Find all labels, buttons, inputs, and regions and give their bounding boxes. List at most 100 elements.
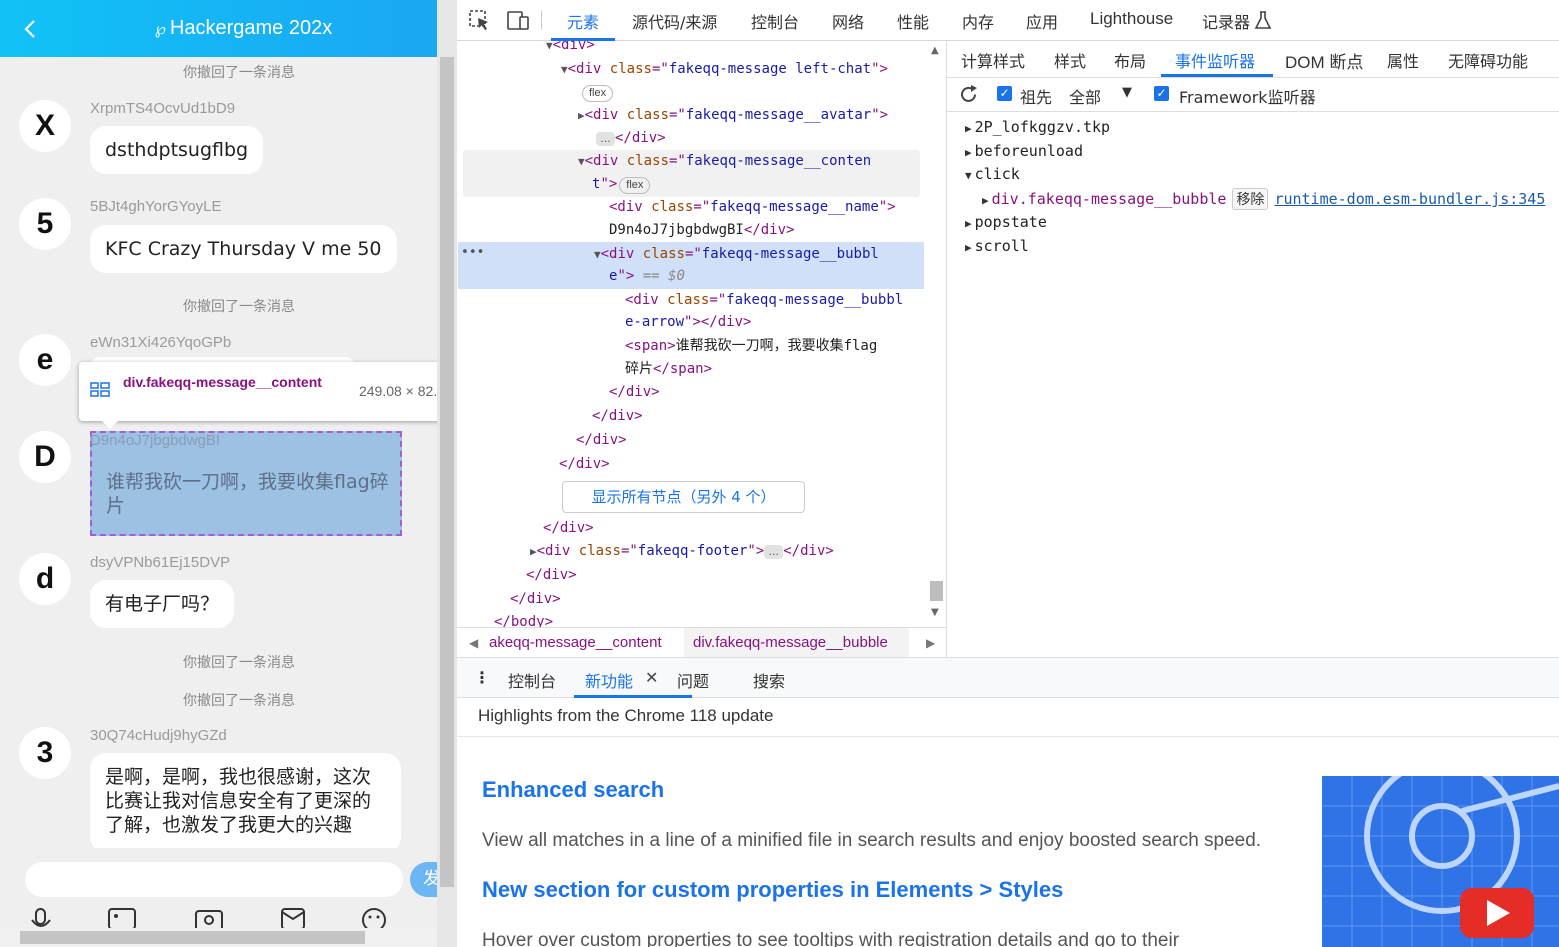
dom-node-line[interactable]: <div class="fakeqq-message__bubbl xyxy=(625,290,903,310)
envelope-icon[interactable] xyxy=(278,906,308,930)
dom-node-line[interactable]: ▼<div> xyxy=(546,41,595,56)
expand-icon[interactable]: ▶ xyxy=(965,146,972,159)
feature-title[interactable]: Enhanced search xyxy=(482,777,664,803)
dom-node-line[interactable]: e-arrow"></div> xyxy=(625,312,751,332)
message-bubble[interactable]: 有电子厂吗？ xyxy=(90,580,235,628)
dom-node-line[interactable]: </div> xyxy=(609,382,660,402)
source-link[interactable]: runtime-dom.esm-bundler.js:345 xyxy=(1274,190,1545,208)
scroll-up-icon[interactable]: ▲ xyxy=(931,45,939,56)
dom-node-line[interactable]: </div> xyxy=(526,565,577,585)
dom-node-line[interactable]: </body> xyxy=(494,612,553,627)
ancestors-checkbox[interactable]: ✓ xyxy=(997,86,1012,101)
flex-badge[interactable]: flex xyxy=(619,177,651,194)
microphone-icon[interactable] xyxy=(26,906,56,930)
flex-badge[interactable]: flex xyxy=(582,85,614,102)
close-icon[interactable]: ✕ xyxy=(645,668,658,687)
drawer-tab-issues[interactable]: 问题 xyxy=(677,668,709,692)
breadcrumb-item[interactable]: akeqq-message__content xyxy=(489,634,662,651)
avatar[interactable]: e xyxy=(19,334,71,386)
refresh-icon[interactable] xyxy=(958,84,979,105)
breadcrumb-left-icon[interactable]: ◀ xyxy=(469,636,478,650)
tab-application[interactable]: 应用 xyxy=(1026,9,1058,33)
smiley-icon[interactable] xyxy=(359,906,389,930)
listener-item[interactable]: ▶ popstate xyxy=(965,213,1047,231)
message-bubble[interactable]: KFC Crazy Thursday V me 50 xyxy=(90,225,397,273)
dom-node-line[interactable]: e"> == $0 xyxy=(609,266,685,286)
collapsed-ellipsis[interactable]: … xyxy=(764,545,784,559)
tab-layout[interactable]: 布局 xyxy=(1114,48,1146,72)
image-icon[interactable] xyxy=(107,906,137,930)
avatar[interactable]: D xyxy=(19,431,71,483)
dom-node-line[interactable]: 碎片</span> xyxy=(625,359,712,379)
dom-node-line[interactable]: … </div> xyxy=(596,128,666,148)
inspect-element-icon[interactable] xyxy=(468,9,492,31)
chevron-down-icon[interactable]: ▼ xyxy=(1122,85,1132,100)
tab-accessibility[interactable]: 无障碍功能 xyxy=(1448,48,1528,72)
dom-node-line[interactable]: </div> xyxy=(559,454,610,474)
camera-icon[interactable] xyxy=(194,906,224,930)
dom-node-line[interactable]: ▼<div class="fakeqq-message__conten xyxy=(578,151,871,172)
tab-network[interactable]: 网络 xyxy=(832,9,864,33)
pane-divider[interactable] xyxy=(946,41,947,657)
avatar[interactable]: 3 xyxy=(19,727,71,779)
tab-recorder[interactable]: 记录器 xyxy=(1202,9,1250,33)
dom-node-line[interactable]: ▼<div class="fakeqq-message__bubbl xyxy=(594,244,879,265)
show-all-nodes-button[interactable]: 显示所有节点（另外 4 个） xyxy=(562,481,805,513)
dom-node-line[interactable]: t"> flex xyxy=(592,174,651,194)
avatar[interactable]: 5 xyxy=(19,198,71,250)
scroll-down-icon[interactable]: ▼ xyxy=(931,607,939,618)
message-bubble[interactable]: 谁帮我砍一刀啊，我要收集flag碎片 xyxy=(106,470,396,518)
breadcrumb-right-icon[interactable]: ▶ xyxy=(926,636,935,650)
filter-select[interactable]: 全部 xyxy=(1069,84,1101,108)
tab-memory[interactable]: 内存 xyxy=(962,9,994,33)
expand-icon[interactable]: ▶ xyxy=(965,217,972,230)
collapse-icon[interactable]: ▼ xyxy=(965,169,972,182)
tab-sources[interactable]: 源代码/来源 xyxy=(632,9,717,33)
tab-performance[interactable]: 性能 xyxy=(897,9,929,33)
avatar[interactable]: X xyxy=(19,100,71,152)
tab-properties[interactable]: 属性 xyxy=(1387,48,1419,72)
tab-dom-breakpoints[interactable]: DOM 断点 xyxy=(1285,48,1363,73)
listener-item[interactable]: ▶ 2P_lofkggzv.tkp xyxy=(965,118,1110,136)
message-bubble[interactable]: 是啊，是啊，我也很感谢，这次比赛让我对信息安全有了更深的了解，也激发了我更大的兴… xyxy=(90,753,401,853)
breadcrumb-item-active[interactable]: div.fakeqq-message__bubble xyxy=(693,634,888,651)
dom-node-line[interactable]: </div> xyxy=(510,589,561,609)
listener-item[interactable]: ▼ click xyxy=(965,165,1020,183)
tab-computed[interactable]: 计算样式 xyxy=(961,48,1025,72)
dom-node-line[interactable]: </div> xyxy=(576,430,627,450)
tab-console[interactable]: 控制台 xyxy=(751,9,799,33)
dom-node-line[interactable]: <span>谁帮我砍一刀啊，我要收集flag xyxy=(625,336,877,356)
dom-node-line[interactable]: </div> xyxy=(592,406,643,426)
dom-node-line[interactable]: ▼<div class="fakeqq-message left-chat"> xyxy=(561,59,888,80)
dom-node-line[interactable]: <div class="fakeqq-message__name"> xyxy=(609,197,896,217)
listener-item[interactable]: ▶ beforeunload xyxy=(965,142,1083,160)
more-options-icon[interactable]: ••• xyxy=(461,245,484,260)
remove-listener-button[interactable]: 移除 xyxy=(1232,188,1269,210)
listener-handler[interactable]: ▶ div.fakeqq-message__bubble 移除 runtime-dom… xyxy=(982,188,1545,210)
scrollbar-thumb[interactable] xyxy=(930,581,943,601)
dom-node-line[interactable]: </div> xyxy=(543,518,594,538)
expand-icon[interactable]: ▶ xyxy=(965,122,972,135)
collapsed-ellipsis[interactable]: … xyxy=(596,132,615,146)
dom-node-line[interactable]: D9n4oJ7jbgbdwgBI</div> xyxy=(609,220,794,240)
drawer-tab-search[interactable]: 搜索 xyxy=(753,668,785,692)
scrollbar-thumb[interactable] xyxy=(20,931,365,944)
feature-title[interactable]: New section for custom properties in Ele… xyxy=(482,877,1063,903)
scrollbar-thumb[interactable] xyxy=(440,57,454,887)
drawer-tab-whats-new[interactable]: 新功能 xyxy=(585,668,633,692)
horizontal-scrollbar[interactable] xyxy=(0,928,437,947)
message-input[interactable] xyxy=(25,862,403,897)
dom-node-line[interactable]: ▶<div class="fakeqq-footer">… </div> xyxy=(530,541,834,562)
tab-elements[interactable]: 元素 xyxy=(567,9,599,33)
listener-item[interactable]: ▶ scroll xyxy=(965,237,1029,255)
tab-event-listeners[interactable]: 事件监听器 xyxy=(1175,48,1255,72)
avatar[interactable]: d xyxy=(19,553,71,605)
drawer-tab-console[interactable]: 控制台 xyxy=(508,668,556,692)
send-button[interactable]: 发 xyxy=(410,862,437,897)
framework-checkbox[interactable]: ✓ xyxy=(1154,86,1169,101)
tab-styles[interactable]: 样式 xyxy=(1054,48,1086,72)
dom-node-line[interactable]: ▶<div class="fakeqq-message__avatar"> xyxy=(578,105,888,126)
drawer-menu-icon[interactable]: ⋮ xyxy=(474,668,490,687)
elements-scrollbar[interactable]: ▲ ▼ xyxy=(926,41,946,621)
expand-icon[interactable]: ▶ xyxy=(965,241,972,254)
